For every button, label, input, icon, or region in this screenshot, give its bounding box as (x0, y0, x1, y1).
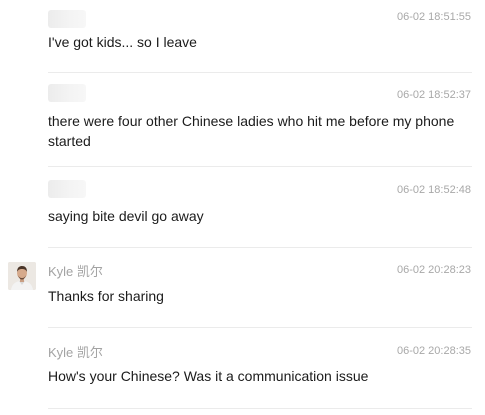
message-text: How's your Chinese? Was it a communicati… (48, 368, 369, 384)
message-timestamp: 06-02 18:52:48 (396, 184, 471, 196)
message-timestamp: 06-02 20:28:35 (396, 345, 471, 357)
message-timestamp: 06-02 20:28:23 (396, 264, 471, 276)
message-item: 06-02 18:52:48 saying bite devil go away (0, 169, 485, 248)
blurred-sender-name (48, 84, 86, 102)
message-item: Kyle 凯尔 06-02 20:28:23 Thanks for sharin… (0, 248, 485, 328)
sender-name[interactable]: Kyle 凯尔 (48, 264, 103, 280)
message-item: Kyle 凯尔 06-02 20:28:35 How's your Chines… (0, 328, 485, 415)
message-timestamp: 06-02 18:52:37 (396, 89, 471, 101)
message-text: there were four other Chinese ladies who… (48, 113, 455, 149)
blurred-sender-name (48, 180, 86, 198)
message-timestamp: 06-02 18:51:55 (396, 11, 471, 23)
avatar[interactable] (8, 262, 36, 290)
message-list: 06-02 18:51:55 I've got kids... so I lea… (0, 0, 485, 415)
message-text: I've got kids... so I leave (48, 34, 197, 50)
message-item: 06-02 18:51:55 I've got kids... so I lea… (0, 0, 485, 73)
message-divider (48, 72, 472, 73)
sender-name[interactable]: Kyle 凯尔 (48, 345, 103, 361)
message-divider (48, 166, 472, 167)
message-item: 06-02 18:52:37 there were four other Chi… (0, 76, 485, 168)
message-divider (48, 408, 472, 409)
blurred-sender-name (48, 10, 86, 28)
message-text: Thanks for sharing (48, 288, 164, 304)
message-text: saying bite devil go away (48, 208, 204, 224)
